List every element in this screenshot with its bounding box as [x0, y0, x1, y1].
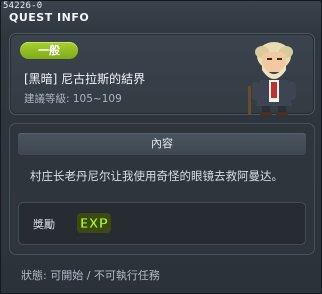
quest-summary-card: 一般 [黑暗] 尼古拉斯的結界 建議等級: 105~109	[9, 33, 315, 115]
window-title: QUEST INFO	[9, 11, 90, 24]
quest-status: 狀態: 可開始 / 不可執行任務	[21, 269, 160, 282]
npc-portrait-icon	[248, 42, 296, 115]
quest-level-range: 建議等級: 105~109	[24, 93, 122, 105]
reward-label: 獎勵	[33, 218, 55, 231]
content-header: 內容	[18, 133, 306, 155]
reward-box: 獎勵 EXP	[18, 202, 306, 245]
exp-icon: EXP	[77, 213, 111, 233]
quest-info-window: 54226-0 QUEST INFO 一般 [黑暗] 尼古拉斯的結界 建議等級:…	[0, 0, 322, 294]
quest-category-badge: 一般	[20, 42, 78, 59]
quest-name: [黑暗] 尼古拉斯的結界	[24, 72, 146, 86]
content-text: 村庄长老丹尼尔让我使用奇怪的眼镜去救阿曼达。	[30, 169, 283, 183]
exp-icon-text: EXP	[80, 217, 108, 232]
quest-content-panel: 內容 村庄长老丹尼尔让我使用奇怪的眼镜去救阿曼达。 獎勵 EXP	[9, 123, 315, 255]
quest-id-label: 54226-0	[3, 1, 43, 11]
